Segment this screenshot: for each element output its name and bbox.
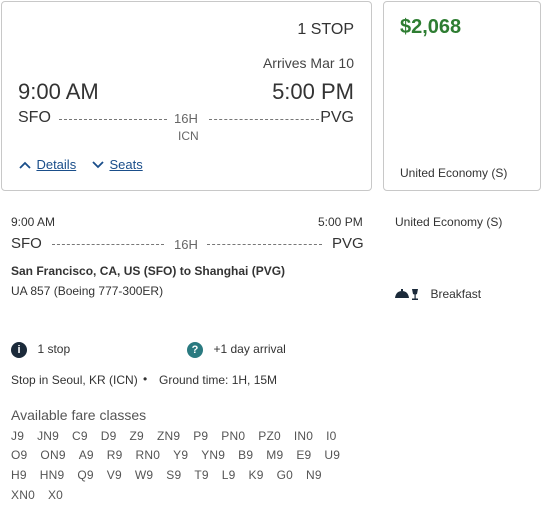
fare-class-code: PZ0 xyxy=(258,429,281,443)
fare-class-row: J9 JN9 C9 D9 Z9 ZN9 P9 PN0 PZ0 IN0 I0 xyxy=(11,429,350,443)
detail-route-line-left xyxy=(52,244,164,245)
fare-class-code: Q9 xyxy=(77,468,94,482)
meal-info: Breakfast xyxy=(394,285,481,303)
route-line-left xyxy=(59,119,167,120)
fare-class-code: PN0 xyxy=(221,429,246,443)
fare-class-code: Z9 xyxy=(129,429,144,443)
fare-class-code: ON9 xyxy=(40,448,66,462)
detail-arrival-time: 5:00 PM xyxy=(318,215,363,229)
stops-label: 1 stop xyxy=(37,342,71,356)
route-line-right xyxy=(209,119,319,120)
fare-class-code: N9 xyxy=(306,468,322,482)
fare-class-code: V9 xyxy=(106,468,122,482)
meal-label: Breakfast xyxy=(430,286,482,301)
stops-info: i 1 stop xyxy=(11,340,70,358)
fare-class-code: A9 xyxy=(78,448,94,462)
fare-class-code: XN0 xyxy=(11,488,35,502)
arrival-date: Arrives Mar 10 xyxy=(262,55,354,71)
fare-class-code: E9 xyxy=(296,448,312,462)
route-description: San Francisco, CA, US (SFO) to Shanghai … xyxy=(11,264,286,278)
fare-class-code: Y9 xyxy=(173,448,189,462)
origin-code: SFO xyxy=(18,109,51,126)
fare-class-code: K9 xyxy=(248,468,264,482)
seats-link[interactable]: Seats xyxy=(109,157,142,172)
detail-route-line-right xyxy=(207,244,322,245)
detail-destination-code: PVG xyxy=(332,235,364,252)
seats-toggle[interactable]: Seats xyxy=(91,156,143,174)
chevron-down-icon xyxy=(92,161,104,169)
ground-time: Ground time: 1H, 15M xyxy=(159,373,278,387)
fare-class-code: YN9 xyxy=(201,448,226,462)
detail-cabin: United Economy (S) xyxy=(395,215,503,229)
fare-class-code: B9 xyxy=(238,448,254,462)
flight-summary-card[interactable]: 1 STOP Arrives Mar 10 9:00 AM 5:00 PM SF… xyxy=(1,1,372,191)
fare-class-code: R9 xyxy=(106,448,123,462)
fare-cabin-name: United Economy (S) xyxy=(400,166,508,180)
arrival-note: +1 day arrival xyxy=(213,342,286,356)
fare-class-code: H9 xyxy=(11,468,27,482)
fare-class-code: D9 xyxy=(100,429,117,443)
departure-time: 9:00 AM xyxy=(18,79,99,104)
info-icon: i xyxy=(11,342,27,358)
fare-class-code: S9 xyxy=(166,468,182,482)
fare-class-code: O9 xyxy=(11,448,28,462)
fare-class-code: C9 xyxy=(72,429,88,443)
stops-count: 1 STOP xyxy=(297,21,354,38)
flight-number-aircraft: UA 857 (Boeing 777-300ER) xyxy=(11,284,164,298)
fare-class-code: J9 xyxy=(11,429,25,443)
detail-departure-time: 9:00 AM xyxy=(11,215,56,229)
destination-code: PVG xyxy=(320,109,354,126)
arrival-note-info[interactable]: ? +1 day arrival xyxy=(187,340,286,358)
detail-duration: 16H xyxy=(174,237,198,252)
flight-duration: 16H xyxy=(174,111,198,126)
fare-classes-title: Available fare classes xyxy=(11,407,147,423)
fare-price: $2,068 xyxy=(400,16,462,38)
fare-class-code: L9 xyxy=(221,468,236,482)
fare-class-code: JN9 xyxy=(37,429,60,443)
fare-class-code: W9 xyxy=(134,468,154,482)
fare-class-code: ZN9 xyxy=(156,429,181,443)
fare-class-row: O9 ON9 A9 R9 RN0 Y9 YN9 B9 M9 E9 U9 xyxy=(11,448,353,462)
details-toggle[interactable]: Details xyxy=(18,156,76,174)
fare-class-code: M9 xyxy=(266,448,284,462)
stop-location: Stop in Seoul, KR (ICN) xyxy=(11,373,138,387)
details-link[interactable]: Details xyxy=(36,157,76,172)
fare-class-code: P9 xyxy=(193,429,209,443)
fare-class-code: X0 xyxy=(47,488,64,502)
fare-class-row: H9 HN9 Q9 V9 W9 S9 T9 L9 K9 G0 N9 xyxy=(11,468,335,482)
fare-class-code: U9 xyxy=(324,448,341,462)
detail-origin-code: SFO xyxy=(11,235,42,252)
connection-airport: ICN xyxy=(178,129,199,143)
arrival-time: 5:00 PM xyxy=(272,79,354,104)
fare-price-card[interactable]: $2,068 United Economy (S) xyxy=(383,1,541,191)
meal-icon xyxy=(395,288,418,300)
fare-class-code: RN0 xyxy=(135,448,161,462)
help-icon[interactable]: ? xyxy=(187,342,203,358)
chevron-up-icon xyxy=(19,161,31,169)
fare-class-code: G0 xyxy=(276,468,293,482)
fare-class-row: XN0 X0 xyxy=(11,488,76,502)
fare-class-code: HN9 xyxy=(39,468,65,482)
fare-class-code: IN0 xyxy=(293,429,314,443)
fare-class-code: I0 xyxy=(326,429,337,443)
fare-class-code: T9 xyxy=(194,468,209,482)
bullet-separator: • xyxy=(143,372,148,386)
